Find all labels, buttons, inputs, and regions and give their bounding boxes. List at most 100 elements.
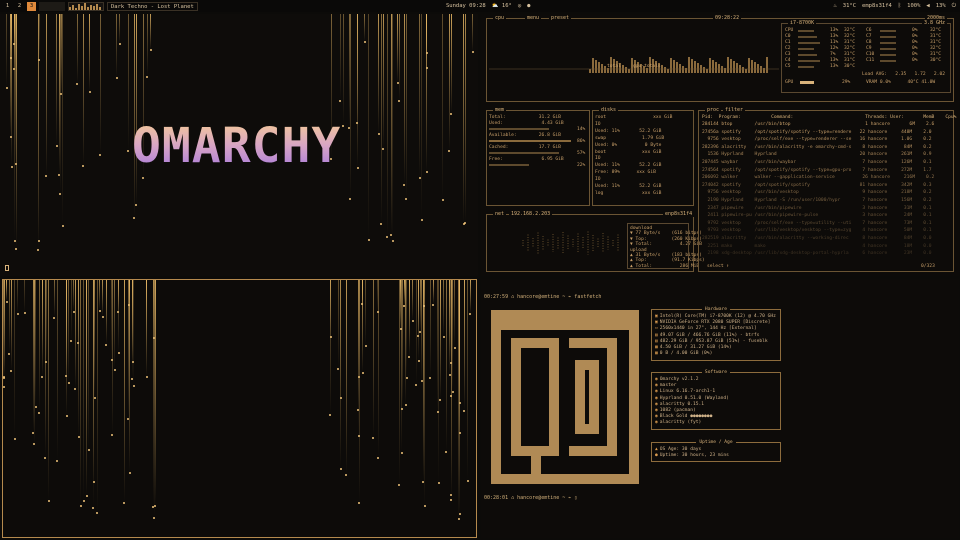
rain-streak [342,14,344,125]
rain-streak [458,280,460,518]
clock[interactable]: Sunday 09:28 [446,0,486,12]
net-title[interactable]: net [493,211,507,217]
cpu-graph-bar [682,66,684,73]
proc-row: 284144 btop /usr/bin/btop 1 hancore 6M 2… [702,122,935,127]
rain-streak [80,280,82,506]
rain-streak [119,14,121,43]
rain-drop [380,222,383,225]
proc-header: Pid: Program: Command: Threads: User: Me… [702,115,957,120]
info-icon: ▤ [655,338,658,344]
proc-row: 207445 waybar /usr/bin/waybar 7 hancore … [702,160,932,165]
cpu-graph-bar [598,62,600,73]
rain-streak [426,14,428,52]
rain-drop [10,166,13,169]
rain-streak [398,14,400,100]
proc-row: 274042 spotify /opt/spotify/spotify 81 h… [702,182,932,188]
rain-streak [421,14,423,220]
battery[interactable]: 100% [907,0,920,12]
rain-streak [56,14,58,145]
rain-streak [38,280,40,413]
preset[interactable]: preset [549,15,572,21]
info-text: 2560x1440 in 27", 144 Hz [External] [659,326,757,332]
proc-filter[interactable]: filter [723,107,746,113]
rain-drop [463,409,466,412]
rain-drop [329,336,332,339]
rain-drop [88,90,91,93]
cpu-graph-bar [757,64,759,73]
proc-row: 2251 mako mako 4 hancore 18M 0.0 [702,243,932,249]
proc-row: 9792 vesktop /proc/self/exe --type=utili… [702,220,932,226]
rain-drop [87,448,90,451]
btop-terminal[interactable]: cpu menu preset 09:28:22 2000ms total gp… [481,14,959,276]
rain-streak [419,280,421,332]
rain-drop [45,174,48,177]
media-title[interactable]: Dark Techno - Lost Planet [107,1,198,11]
core-meter [798,66,814,68]
workspace-1[interactable]: 1 [3,2,12,11]
workspace-3[interactable]: 3 [27,1,36,11]
rain-streak [442,14,444,200]
core-label: C3 [785,52,791,57]
cpu-graph-bar [718,64,720,73]
rain-streak [14,14,16,241]
network-host[interactable]: emp8s31f4 [862,0,892,12]
volume[interactable]: 13% [936,0,946,12]
volume-icon[interactable]: ◀ [926,0,929,12]
rain-streak [83,280,85,500]
rain-drop [377,133,380,136]
bluetooth-icon[interactable]: ᛒ [898,0,901,12]
rain-drop [111,434,114,437]
spark-bar [99,6,101,10]
cpu-graph-bar [733,61,735,73]
prompt-line-2[interactable]: 00:28:01 ⌂ hancore@emtine ~ ⌁ ▯ [484,495,577,501]
cpu-freq: 3.8 GHz [922,20,948,26]
disks-title[interactable]: disks [599,107,619,113]
bell-icon[interactable]: ◎ [518,0,521,12]
record-icon[interactable]: ● [527,0,530,12]
mem-title[interactable]: mem [493,107,507,113]
info-text: Uptime: 30 hours, 23 mins [659,453,729,459]
core-temp: 30°C [930,58,942,63]
rain-drop [118,42,121,45]
cpu-title[interactable]: cpu [493,15,507,21]
rain-drop [13,438,16,441]
rain-streak [14,280,16,439]
rain-drop [358,502,361,505]
net-iface[interactable]: enp8s31f4 [663,211,695,217]
core-label: C10 [866,52,875,57]
rain-terminal[interactable] [2,279,477,538]
mem-cached: Cached: 17.7 GiB [489,145,561,150]
workspace-2[interactable]: 2 [15,2,24,11]
core-label: C6 [866,28,872,33]
disk-row: IO [595,177,601,183]
proc-title[interactable]: proc [705,107,722,113]
logo-terminal[interactable]: OMARCHY [0,14,478,276]
core-label: C5 [785,64,791,69]
weather[interactable]: ⛅ 16° [492,0,512,12]
info-icon: ▦ [655,351,658,357]
rain-streak [92,280,94,507]
core-label: C4 [785,58,791,63]
rain-drop [34,405,37,408]
rain-streak [77,280,79,342]
rain-drop [133,217,136,220]
hardware-line: ▦ 0 B / 4.00 GiB (0%) [655,351,712,356]
power-icon[interactable]: ⏻ [952,0,956,12]
rain-drop [441,199,444,202]
rain-streak [439,280,441,400]
info-text: NVIDIA GeForce RTX 2080 SUPER [Discrete] [659,320,771,326]
rain-streak [146,14,148,77]
omarchy-logo-icon [491,310,639,484]
core-temp: 31°C [930,52,942,57]
proc-box: proc filter Pid: Program: Command: Threa… [698,107,957,272]
rain-streak [429,280,431,377]
disk-row: Used: 0% 0 Byte [595,142,662,148]
proc-select[interactable]: select ↑ [707,264,729,269]
fastfetch-terminal[interactable]: 00:27:59 ⌂ hancore@emtine ~ ⌁ fastfetch … [481,279,959,538]
core-temp: 30°C [844,64,856,69]
rain-drop [464,222,467,225]
rain-drop [37,248,40,251]
rain-streak [454,280,456,348]
cpu-menu[interactable]: menu [525,15,542,21]
core-meter [798,30,814,32]
